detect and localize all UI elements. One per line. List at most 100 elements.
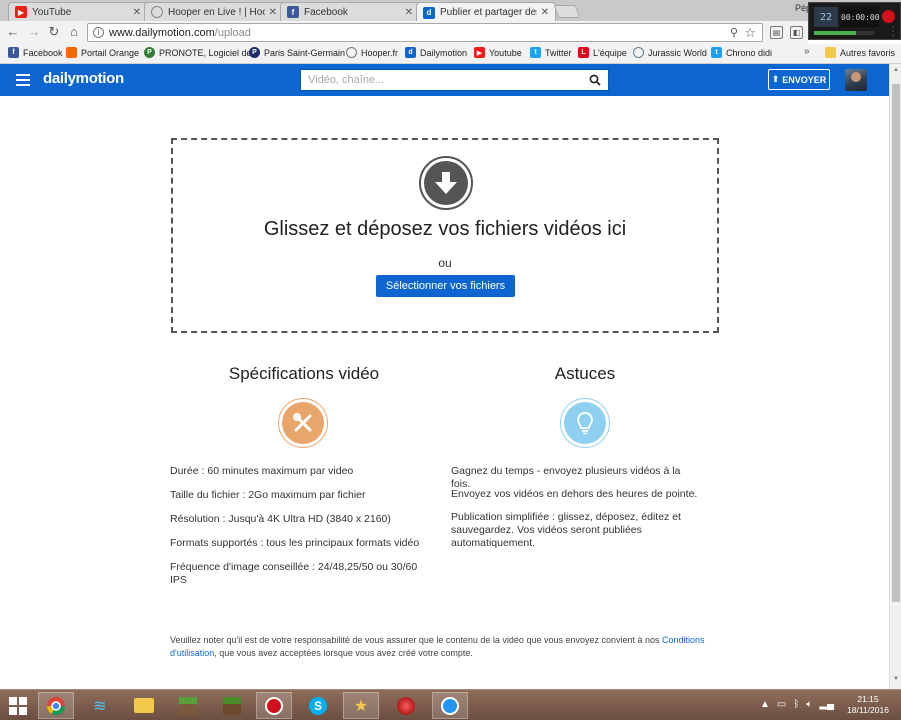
bookmark-pronote[interactable]: P PRONOTE, Logiciel de	[144, 47, 252, 58]
close-icon[interactable]: ✕	[269, 7, 277, 18]
system-clock[interactable]: 21:15 18/11/2016	[844, 694, 892, 716]
bookmarks-overflow-button[interactable]: »	[804, 46, 810, 57]
lightbulb-icon	[560, 398, 610, 448]
select-files-button[interactable]: Sélectionner vos fichiers	[376, 275, 515, 297]
red-circle-icon	[397, 696, 415, 715]
browser-toolbar: ← → ↻ ⌂ i www.dailymotion.com/upload ⚲ ☆…	[0, 21, 808, 44]
tab-facebook[interactable]: f Facebook ✕	[280, 2, 420, 21]
globe-icon	[151, 6, 163, 18]
bookmark-jurassic-world[interactable]: Jurassic World	[633, 47, 707, 58]
tips-title: Astuces	[554, 364, 616, 383]
bookmark-portail-orange[interactable]: Portail Orange	[66, 47, 139, 58]
address-bar[interactable]: i www.dailymotion.com/upload ⚲ ☆	[87, 23, 763, 42]
chevron-up-icon[interactable]: ▲	[760, 699, 770, 710]
hamburger-menu-icon[interactable]	[16, 74, 30, 86]
globe-icon	[633, 47, 644, 58]
back-arrow-icon[interactable]: ←	[5, 24, 21, 40]
taskbar-skype[interactable]: S	[300, 692, 336, 719]
info-icon[interactable]: i	[93, 27, 104, 38]
clock-date: 18/11/2016	[847, 705, 889, 715]
bird-icon: ≋	[93, 697, 107, 715]
avatar[interactable]	[845, 69, 867, 91]
key-icon[interactable]: ⚲	[730, 26, 738, 39]
facebook-icon: f	[8, 47, 19, 58]
volume-icon[interactable]: 🔈︎	[806, 699, 812, 710]
record-icon[interactable]	[882, 10, 895, 23]
bookmark-label: PRONOTE, Logiciel de	[159, 47, 252, 58]
reload-icon[interactable]: ↻	[46, 24, 62, 40]
taskbar-recorder[interactable]	[256, 692, 292, 719]
scroll-down-icon[interactable]: ▼	[892, 676, 900, 682]
tip-simplified-publishing: Publication simplifiée : glissez, dépose…	[451, 511, 681, 549]
bookmark-label: Portail Orange	[81, 47, 140, 58]
tab-youtube[interactable]: ▶ YouTube ✕	[8, 2, 148, 21]
bookmark-psg[interactable]: P Paris Saint-Germain	[249, 47, 345, 58]
tab-label: Facebook	[304, 6, 348, 18]
other-bookmarks-folder[interactable]: Autres favoris	[825, 47, 895, 58]
bluetooth-icon[interactable]: ᛒ	[793, 699, 799, 710]
globe-icon	[346, 47, 357, 58]
upload-arrow-icon: ⬆	[771, 74, 780, 84]
taskbar-minecraft[interactable]	[170, 692, 206, 719]
extension-icon[interactable]: ◧	[790, 26, 803, 39]
legal-text-end: , que vous avez acceptées lorsque vous a…	[214, 648, 473, 658]
tab-dailymotion[interactable]: d Publier et partager des v ✕	[416, 2, 556, 22]
bookmark-label: Paris Saint-Germain	[264, 47, 346, 58]
site-logo[interactable]: dailymotion	[43, 70, 124, 87]
twitter-icon: t	[530, 47, 541, 58]
folder-icon	[825, 47, 836, 58]
scrollbar-thumb[interactable]	[892, 84, 900, 602]
bookmark-youtube[interactable]: ▶ Youtube	[474, 47, 522, 58]
network-icon	[441, 696, 459, 715]
psg-icon: P	[249, 47, 260, 58]
upload-button[interactable]: ⬆ ENVOYER	[768, 69, 830, 90]
minecraft-icon	[179, 696, 197, 715]
bookmark-dailymotion[interactable]: d Dailymotion	[405, 47, 467, 58]
taskbar-bird-app[interactable]: ≋	[82, 692, 118, 719]
network-signal-icon[interactable]: ▂▄	[819, 699, 834, 710]
recording-level	[814, 31, 874, 35]
close-icon[interactable]: ✕	[405, 7, 413, 18]
bookmark-label: Hooper.fr	[361, 47, 399, 58]
spec-frame-rate: Fréquence d'image conseillée : 24/48,25/…	[170, 561, 418, 586]
windows-start-icon[interactable]	[9, 697, 27, 715]
specs-title: Spécifications vidéo	[228, 364, 380, 383]
browser-menu-icon[interactable]: ⋮	[887, 24, 899, 38]
taskbar-chrome[interactable]	[38, 692, 74, 719]
taskbar-blue-app[interactable]	[432, 692, 468, 719]
taskbar-red-app[interactable]	[388, 692, 424, 719]
bookmark-twitter[interactable]: t Twitter	[530, 47, 572, 58]
upload-button-label: ENVOYER	[782, 74, 827, 85]
new-tab-button[interactable]	[553, 5, 581, 18]
search-icon[interactable]	[589, 74, 601, 86]
forward-arrow-icon[interactable]: →	[26, 24, 42, 40]
orange-icon	[66, 47, 77, 58]
browser-tab-strip: ▶ YouTube ✕ Hooper en Live ! | Hoope ✕ f…	[0, 0, 901, 22]
lequipe-icon: L	[578, 47, 589, 58]
display-icon[interactable]: ▭	[777, 699, 786, 710]
bookmark-facebook[interactable]: f Facebook	[8, 47, 63, 58]
bookmark-label: Youtube	[489, 47, 522, 58]
taskbar-movie-maker[interactable]: ★	[343, 692, 379, 719]
taskbar-minecraft-2[interactable]	[214, 692, 250, 719]
page-scrollbar[interactable]: ▲ ▼	[889, 64, 901, 689]
file-drop-zone[interactable]: Glissez et déposez vos fichiers vidéos i…	[171, 138, 719, 333]
bookmark-hooper[interactable]: Hooper.fr	[346, 47, 398, 58]
home-icon[interactable]: ⌂	[66, 24, 82, 40]
scroll-up-icon[interactable]: ▲	[892, 67, 900, 73]
bookmark-lequipe[interactable]: L L'équipe	[578, 47, 627, 58]
search-input[interactable]	[308, 74, 578, 86]
tab-hooper[interactable]: Hooper en Live ! | Hoope ✕	[144, 2, 284, 21]
taskbar-file-explorer[interactable]	[126, 692, 162, 719]
minecraft-icon	[223, 696, 241, 715]
record-icon	[265, 696, 283, 715]
twitter-icon: t	[711, 47, 722, 58]
bookmark-label: Twitter	[545, 47, 572, 58]
spec-formats: Formats supportés : tous les principaux …	[170, 537, 420, 549]
close-icon[interactable]: ✕	[133, 7, 141, 18]
extension-icon[interactable]: ▤	[770, 26, 783, 39]
url-host: www.dailymotion.com	[109, 26, 215, 39]
bookmark-chrono-didi[interactable]: t Chrono didi	[711, 47, 772, 58]
close-icon[interactable]: ✕	[541, 7, 549, 18]
star-icon[interactable]: ☆	[744, 25, 756, 41]
